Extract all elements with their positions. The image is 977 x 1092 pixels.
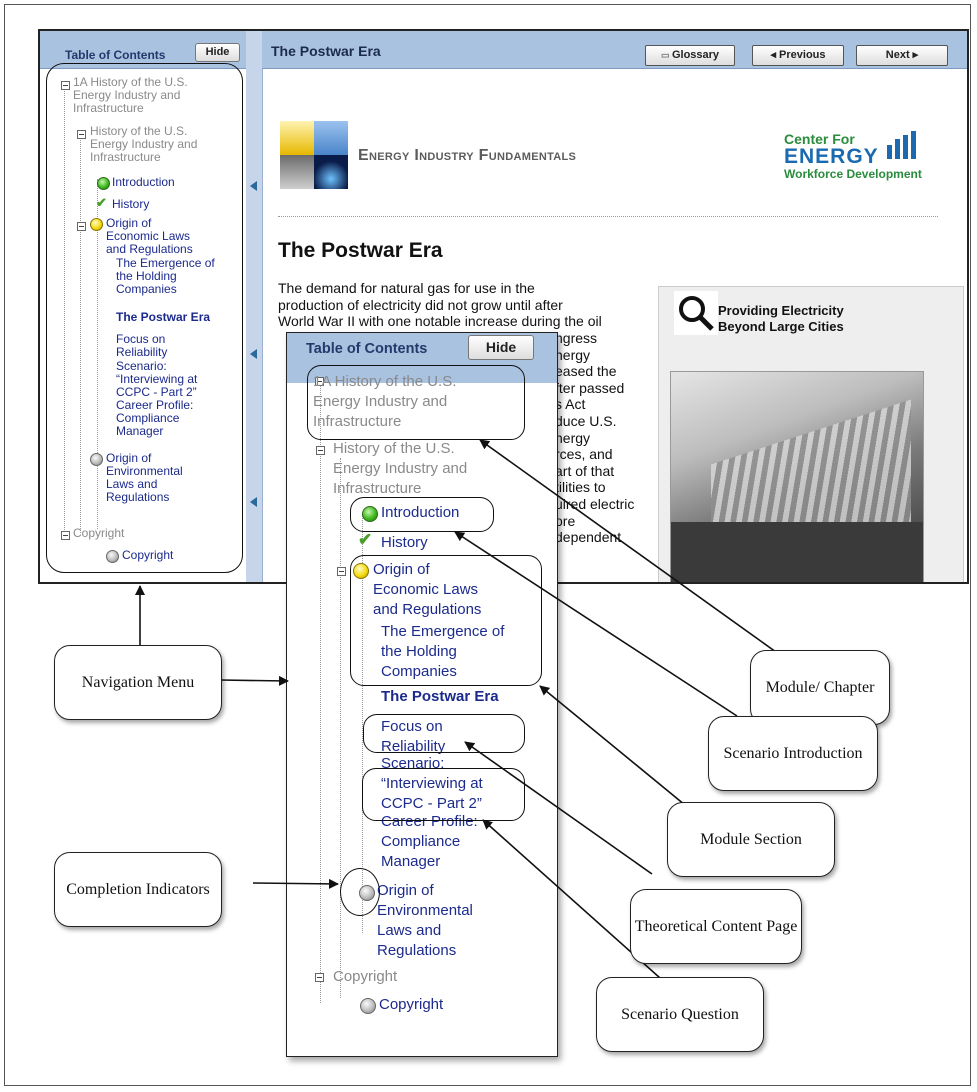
callout-scenario-question: Scenario Question	[596, 977, 764, 1052]
callout-module-section: Module Section	[667, 802, 835, 877]
callout-module-chapter: Module/ Chapter	[750, 650, 890, 725]
callout-navigation-menu: Navigation Menu	[54, 645, 222, 720]
arrow-module-section	[539, 685, 686, 806]
callout-theoretical-content-page: Theoretical Content Page	[630, 889, 802, 964]
arrow-scenario-intro	[454, 531, 738, 717]
arrow-theoretical	[464, 741, 653, 875]
arrow-completion	[252, 878, 339, 889]
callout-arrows	[135, 439, 777, 979]
arrow-module	[479, 439, 777, 653]
callout-scenario-introduction: Scenario Introduction	[708, 716, 878, 791]
callout-completion-indicators: Completion Indicators	[54, 852, 222, 927]
arrow-navigation-right	[219, 675, 289, 686]
